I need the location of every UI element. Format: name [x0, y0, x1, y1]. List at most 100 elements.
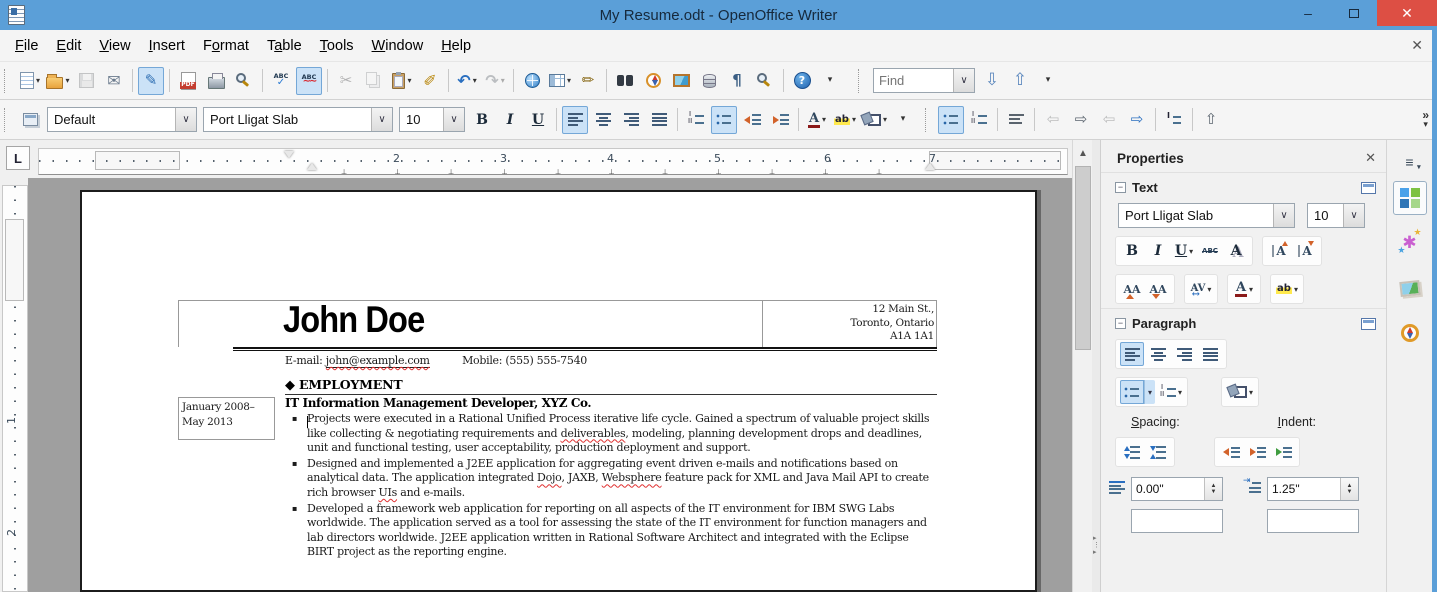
italic-button[interactable]: I	[497, 106, 523, 134]
find-combobox[interactable]: ∨	[873, 68, 975, 93]
nonprinting-characters-button[interactable]: ¶	[724, 67, 750, 95]
navigator-button[interactable]	[640, 67, 666, 95]
numbered-list-button[interactable]	[966, 106, 992, 134]
menu-window[interactable]: Window	[363, 34, 433, 58]
sidebar-increase-indent-button[interactable]	[1219, 440, 1243, 464]
increase-indent-button[interactable]	[767, 106, 793, 134]
hyperlink-button[interactable]	[519, 67, 545, 95]
bullet-list-button[interactable]	[711, 106, 737, 134]
above-spacing-spinner[interactable]: ▲▼	[1204, 478, 1222, 500]
strikethrough-button[interactable]: ABC	[1198, 239, 1222, 263]
gallery-button[interactable]	[668, 67, 694, 95]
print-button[interactable]	[203, 67, 229, 95]
spellcheck-button[interactable]: ABC✓	[268, 67, 294, 95]
after-text-indent-field[interactable]	[1267, 509, 1359, 533]
sidebar-bullet-list-button[interactable]	[1120, 380, 1144, 404]
horizontal-ruler[interactable]: 234567 ⊥⊥⊥⊥⊥⊥⊥⊥⊥⊥⊥	[38, 148, 1068, 175]
sidebar-align-right-button[interactable]	[1172, 342, 1196, 366]
first-line-indent-marker[interactable]	[284, 151, 294, 158]
export-pdf-button[interactable]: PDF	[175, 67, 201, 95]
new-document-dropdown[interactable]: ▾	[36, 76, 40, 85]
numbered-list-dropdown[interactable]: ▾	[1178, 388, 1182, 397]
sidebar-align-justify-button[interactable]	[1198, 342, 1222, 366]
highlighting-dropdown[interactable]: ▾	[852, 115, 856, 124]
toolbar-grip[interactable]	[4, 69, 11, 93]
formatting-toolbar-options[interactable]: ▾	[890, 106, 916, 134]
vertical-scrollbar[interactable]: ▲	[1072, 140, 1092, 592]
text-more-options-icon[interactable]	[1361, 182, 1376, 194]
tab-stop-selector[interactable]: L	[6, 146, 30, 170]
highlighting-button[interactable]: ab▾	[832, 106, 858, 134]
right-indent-marker[interactable]	[925, 163, 935, 170]
insert-table-button[interactable]: ▾	[547, 67, 573, 95]
sidebar-menu-button[interactable]: ≡ ▾	[1405, 154, 1413, 170]
menu-insert[interactable]: Insert	[140, 34, 194, 58]
character-spacing-dropdown[interactable]: ▾	[1207, 285, 1211, 294]
increase-size-button[interactable]: A	[1267, 239, 1291, 263]
page-preview-button[interactable]	[231, 67, 257, 95]
restart-numbering-button[interactable]	[1161, 106, 1187, 134]
sidebar-align-left-button[interactable]	[1120, 342, 1144, 366]
font-size-select[interactable]: 10 ∨	[399, 107, 465, 132]
move-up-button[interactable]: ⇧	[1198, 106, 1224, 134]
paste-dropdown[interactable]: ▾	[407, 76, 411, 85]
sidebar-font-name-dropdown[interactable]: ∨	[1273, 204, 1294, 227]
menu-format[interactable]: Format	[194, 34, 258, 58]
paragraph-background-button[interactable]: ▾	[1226, 380, 1254, 404]
align-right-button[interactable]	[618, 106, 644, 134]
before-indent-spinner[interactable]: ▲▼	[1340, 478, 1358, 500]
sidebar-font-size-dropdown[interactable]: ∨	[1343, 204, 1364, 227]
tab-navigator[interactable]	[1393, 316, 1427, 350]
open-button[interactable]: ▾	[45, 67, 71, 95]
sidebar-align-center-button[interactable]	[1146, 342, 1170, 366]
zoom-button[interactable]	[752, 67, 778, 95]
align-justify-button[interactable]	[646, 106, 672, 134]
close-document-icon[interactable]: ✕	[1411, 37, 1423, 54]
find-next-button[interactable]: ⇩	[979, 67, 1005, 95]
toolbar-overflow[interactable]: » ▾	[1422, 110, 1429, 129]
background-color-dropdown[interactable]: ▾	[883, 115, 887, 124]
sidebar-font-size-select[interactable]: 10 ∨	[1307, 203, 1365, 228]
styles-window-button[interactable]	[17, 106, 43, 134]
menu-view[interactable]: View	[90, 34, 139, 58]
sidebar-highlighting-button[interactable]: ab▾	[1275, 277, 1299, 301]
style-dropdown[interactable]: ∨	[175, 108, 196, 131]
no-list-button[interactable]	[1003, 106, 1029, 134]
new-document-button[interactable]: ▾	[17, 67, 43, 95]
sidebar-bold-button[interactable]: B	[1120, 239, 1144, 263]
close-button[interactable]: ✕	[1377, 0, 1437, 26]
help-button[interactable]: ?	[789, 67, 815, 95]
draw-functions-button[interactable]: ✏	[575, 67, 601, 95]
font-color-dropdown[interactable]: ▾	[822, 115, 826, 124]
find-input[interactable]	[874, 69, 952, 92]
paste-button[interactable]: ▾	[389, 67, 415, 95]
maximize-button[interactable]	[1331, 0, 1377, 26]
scroll-up-button[interactable]: ▲	[1075, 144, 1091, 162]
undo-button[interactable]: ↶▾	[454, 67, 480, 95]
sidebar-italic-button[interactable]: I	[1146, 239, 1170, 263]
vertical-ruler[interactable]: 12	[2, 185, 28, 592]
menu-edit[interactable]: Edit	[47, 34, 90, 58]
document-page[interactable]: John Doe 12 Main St., Toronto, Ontario A…	[80, 190, 1037, 592]
paragraph-style-select[interactable]: Default ∨	[47, 107, 197, 132]
background-color-button[interactable]: ▾	[860, 106, 888, 134]
find-replace-button[interactable]	[612, 67, 638, 95]
font-name-dropdown[interactable]: ∨	[371, 108, 392, 131]
toolbar-grip[interactable]	[4, 108, 11, 132]
font-size-dropdown[interactable]: ∨	[443, 108, 464, 131]
highlighting-dropdown[interactable]: ▾	[1294, 285, 1298, 294]
collapse-icon[interactable]: −	[1115, 318, 1126, 329]
demote-with-subpoints-button[interactable]: ⇨	[1124, 106, 1150, 134]
shadow-button[interactable]: A	[1224, 239, 1248, 263]
tab-gallery[interactable]	[1393, 271, 1427, 305]
decrease-indent-button[interactable]	[739, 106, 765, 134]
sidebar-numbered-list-button[interactable]: ▾	[1159, 380, 1183, 404]
toolbar-grip[interactable]	[858, 69, 865, 93]
font-color-dropdown[interactable]: ▾	[1249, 285, 1253, 294]
tab-properties[interactable]	[1393, 181, 1427, 215]
menu-file[interactable]: File	[6, 34, 47, 58]
left-indent-marker[interactable]	[307, 163, 317, 170]
background-color-dropdown[interactable]: ▾	[1249, 388, 1253, 397]
align-left-button[interactable]	[562, 106, 588, 134]
toolbar-grip[interactable]	[925, 108, 932, 132]
